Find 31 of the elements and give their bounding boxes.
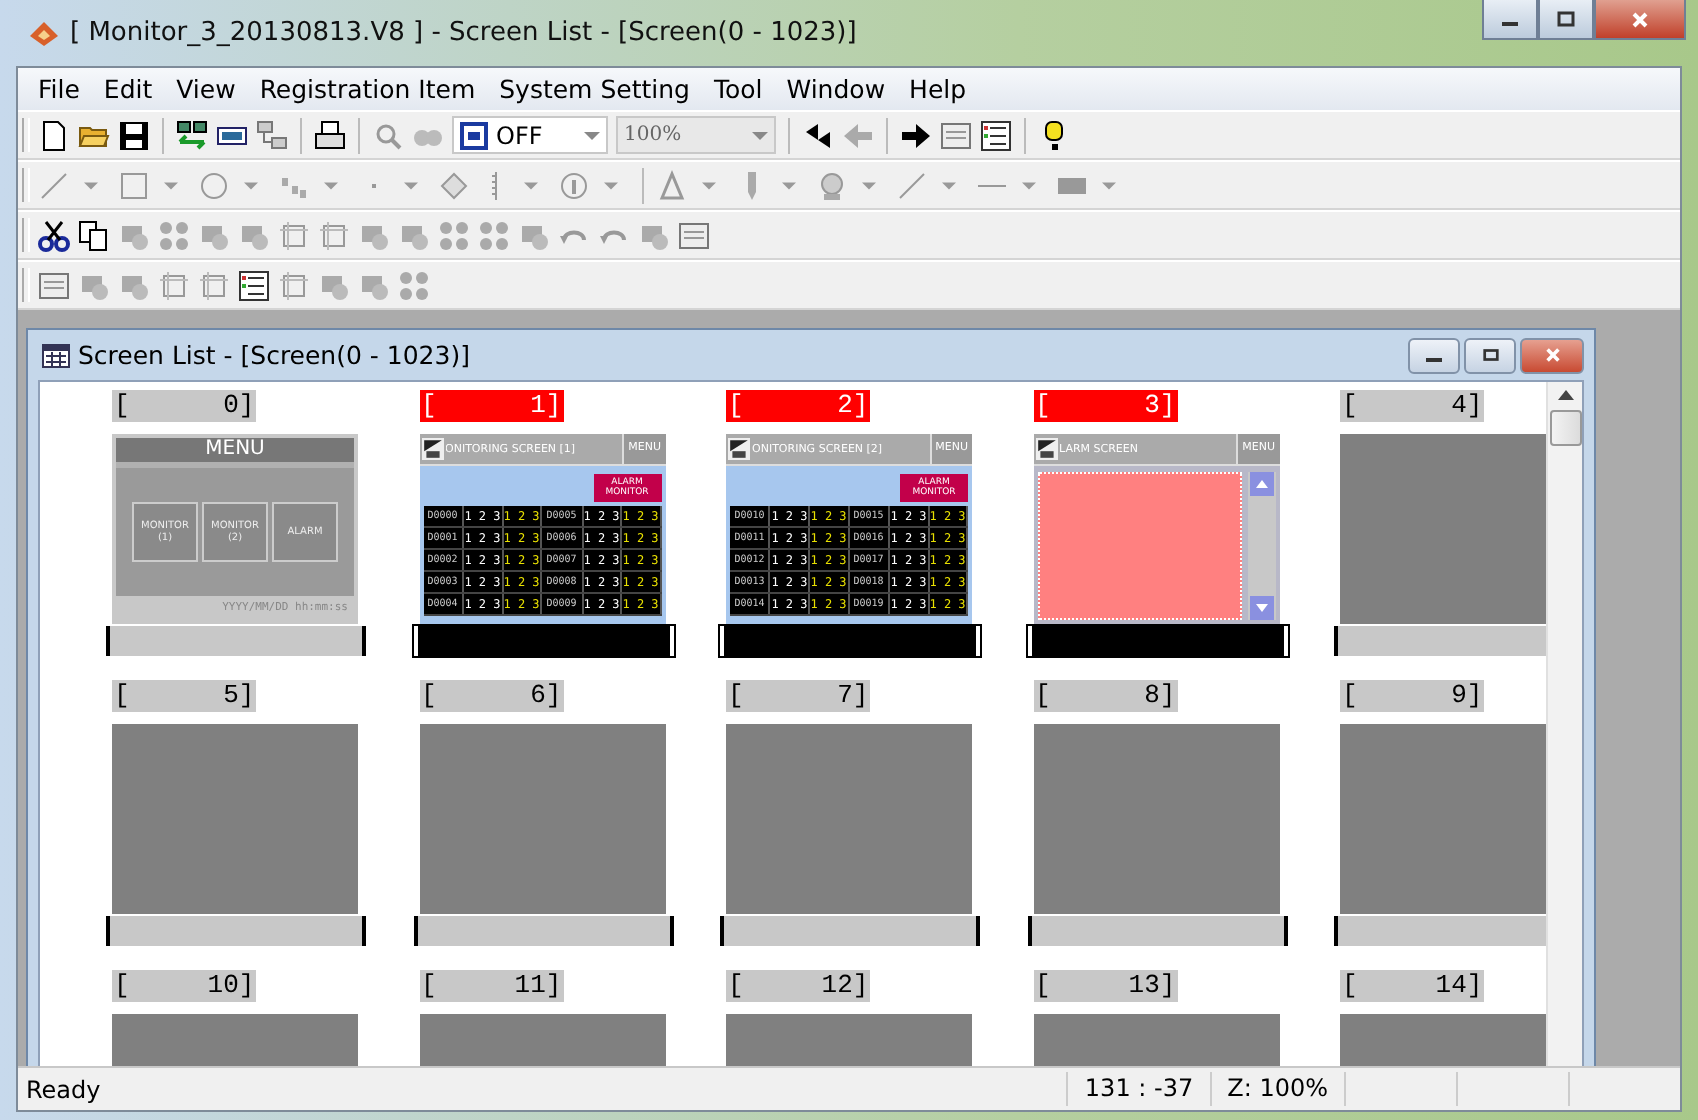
screen-number[interactable]: [ 4] [1340, 390, 1485, 422]
screen-number[interactable]: [ 8] [1033, 680, 1178, 712]
menu-item[interactable]: System Setting [487, 74, 702, 104]
menu-item[interactable]: Window [774, 74, 898, 104]
screen-number[interactable]: [ 0] [112, 390, 257, 422]
bit-state-dropdown[interactable]: OFF [452, 116, 608, 154]
screen-number[interactable]: [ 6] [419, 680, 564, 712]
menu-item[interactable]: View [164, 74, 248, 104]
screen-number[interactable]: [ 9] [1340, 680, 1485, 712]
screen-number[interactable]: [ 11] [419, 970, 564, 1002]
screen-number[interactable]: [ 12] [726, 970, 871, 1002]
status-message: Ready [24, 1075, 103, 1103]
screen-number[interactable]: [ 13] [1033, 970, 1178, 1002]
screen-number[interactable]: [ 1] [419, 390, 564, 422]
menu-item[interactable]: File [26, 74, 92, 104]
zoom-dropdown[interactable]: 100% [616, 116, 776, 154]
screen-number[interactable]: [ 5] [112, 680, 257, 712]
screen-number[interactable]: [ 3] [1033, 390, 1178, 422]
menu-item[interactable]: Edit [91, 74, 165, 104]
menu-item[interactable]: Registration Item [247, 74, 488, 104]
menu-item[interactable]: Tool [701, 74, 775, 104]
screen-number[interactable]: [ 10] [112, 970, 257, 1002]
child-window-title: Screen List - [Screen(0 - 1023)] [78, 340, 470, 370]
screen-number[interactable]: [ 2] [726, 390, 871, 422]
thumbnail-title: MENU [116, 438, 354, 468]
menu-item[interactable]: Help [897, 74, 979, 104]
zoom-level: Z: 100% [1209, 1072, 1344, 1106]
screen-number[interactable]: [ 14] [1340, 970, 1485, 1002]
window-title: [ Monitor_3_20130813.V8 ] - Screen List - [Screen(0 - 1023)] [70, 18, 857, 48]
screen-number[interactable]: [ 7] [726, 680, 871, 712]
cursor-position: 131 : -37 [1066, 1072, 1210, 1106]
